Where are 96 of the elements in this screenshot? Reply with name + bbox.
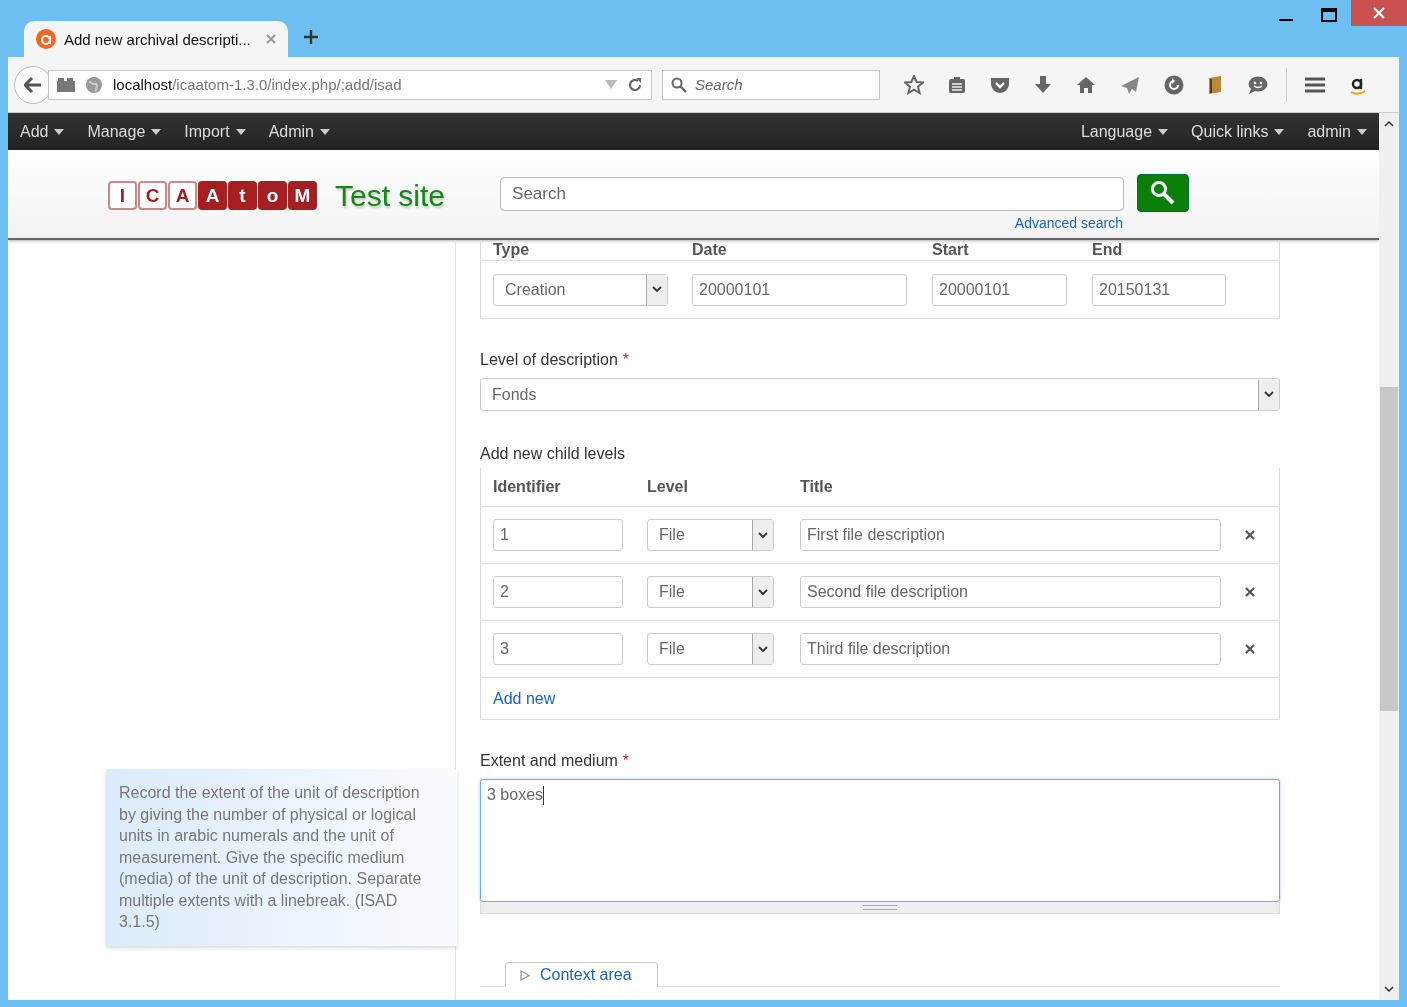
title-field[interactable]: Second file description: [800, 576, 1221, 608]
logo-letter: A: [198, 181, 227, 210]
caret-icon: [151, 128, 162, 135]
star-icon[interactable]: [904, 74, 924, 95]
search-field[interactable]: Search: [500, 177, 1125, 211]
start-field[interactable]: 20000101: [932, 273, 1067, 306]
browser-tab[interactable]: Add new archival descripti...: [24, 21, 288, 57]
help-tooltip: Record the extent of the unit of description by giving the number of physical or logical units in arabic numerals and the unit of measurement. Give the specific medium (media) of the unit of description. Separate multiple extents with a linebreak. (ISAD 3.1.5): [106, 769, 457, 946]
end-field[interactable]: 20150131: [1092, 273, 1226, 306]
triangle-icon: [520, 969, 530, 981]
column-header: Identifier: [493, 478, 562, 496]
title-field[interactable]: First file description: [800, 519, 1221, 551]
context-area-toggle[interactable]: Context area: [505, 962, 658, 987]
pocket-icon[interactable]: [990, 75, 1010, 94]
field-label: Extent and medium: [480, 752, 618, 769]
logo-letter: o: [258, 181, 287, 210]
site-name[interactable]: Test site: [335, 179, 446, 213]
type-select[interactable]: Creation: [493, 273, 668, 306]
caret-icon: [1158, 128, 1169, 135]
caret-icon: [1274, 128, 1285, 135]
column-header: End: [1092, 241, 1124, 259]
download-icon[interactable]: [1034, 75, 1052, 94]
required-mark: *: [622, 351, 630, 368]
column-header: Title: [800, 478, 834, 496]
close-tab-icon[interactable]: [266, 34, 276, 44]
caret-icon: [235, 128, 246, 135]
search-icon: [1150, 180, 1177, 206]
menu-icon[interactable]: [1305, 76, 1325, 93]
date-field[interactable]: 20000101: [692, 273, 907, 306]
logo-letter: I: [108, 181, 137, 210]
paper-plane-icon[interactable]: [1120, 75, 1140, 94]
dropdown-icon: [1258, 379, 1279, 410]
scroll-down-icon[interactable]: [1384, 986, 1394, 992]
identifier-field[interactable]: 1: [493, 519, 623, 551]
column-header: Level: [647, 478, 689, 496]
logo-letter: M: [288, 181, 317, 210]
nav-menu[interactable]: Manage: [87, 122, 162, 141]
logo-letter: C: [138, 181, 167, 210]
book-icon[interactable]: [1208, 74, 1224, 95]
dropdown-icon: [646, 274, 667, 305]
caret-icon: [54, 128, 65, 135]
logo-letter: A: [168, 181, 197, 210]
delete-icon[interactable]: [1245, 644, 1255, 654]
clipboard-icon[interactable]: [948, 75, 966, 94]
caret-icon: [1357, 128, 1367, 135]
history-icon[interactable]: [1164, 74, 1184, 95]
title-field[interactable]: Third file description: [800, 633, 1221, 665]
identifier-field[interactable]: 2: [493, 576, 623, 608]
chat-icon[interactable]: [1248, 75, 1268, 94]
search-placeholder: Search: [695, 76, 743, 93]
site-logo-icon: [36, 29, 56, 49]
scroll-up-icon[interactable]: [1384, 121, 1394, 127]
delete-icon[interactable]: [1245, 587, 1255, 597]
advanced-search-link[interactable]: Advanced search: [1014, 215, 1124, 231]
nav-menu[interactable]: Quick links: [1191, 122, 1285, 141]
logo-letter: t: [228, 181, 257, 210]
field-label: Level of description: [480, 351, 618, 368]
new-tab-icon[interactable]: [304, 30, 318, 44]
add-new-link[interactable]: Add new: [493, 689, 556, 708]
browser-search-field[interactable]: Search: [662, 69, 880, 100]
delete-icon[interactable]: [1245, 530, 1255, 540]
nav-menu[interactable]: Add: [20, 122, 65, 141]
globe-icon: [85, 75, 103, 94]
level-select[interactable]: File: [647, 576, 774, 608]
level-select[interactable]: File: [647, 633, 774, 665]
close-button[interactable]: [1351, 0, 1407, 26]
level-select[interactable]: Fonds: [480, 378, 1280, 411]
close-icon: [1373, 7, 1385, 19]
nav-menu[interactable]: Import: [184, 122, 246, 141]
search-icon: [671, 76, 687, 93]
reload-icon[interactable]: [627, 76, 643, 93]
column-header: Type: [493, 241, 531, 259]
identifier-field[interactable]: 3: [493, 633, 623, 665]
nav-menu[interactable]: admin: [1307, 122, 1367, 141]
resize-handle[interactable]: [480, 902, 1280, 914]
maximize-icon[interactable]: [1321, 8, 1337, 22]
column-header: Start: [932, 241, 970, 259]
dropdown-icon: [752, 577, 773, 607]
caret-icon: [320, 128, 330, 135]
nav-menu[interactable]: Admin: [268, 122, 330, 141]
nav-menu[interactable]: Language: [1080, 122, 1169, 141]
required-mark: *: [622, 752, 630, 769]
dropdown-icon: [752, 520, 773, 550]
search-button[interactable]: [1137, 174, 1190, 212]
column-header: Date: [692, 241, 728, 259]
scrollbar[interactable]: [1379, 113, 1399, 1000]
extent-textarea[interactable]: 3 boxes: [480, 779, 1280, 902]
tabs-icon[interactable]: [57, 77, 75, 92]
tab-title: Add new archival descripti...: [64, 30, 252, 48]
url-text: localhost/icaatom-1.3.0/index.php/;add/isad: [113, 76, 403, 93]
dropdown-icon: [752, 634, 773, 664]
address-bar[interactable]: localhost/icaatom-1.3.0/index.php/;add/isad: [48, 69, 652, 100]
home-icon[interactable]: [1076, 75, 1096, 94]
arrow-left-icon: [24, 76, 42, 93]
field-label: Add new child levels: [480, 445, 626, 463]
level-select[interactable]: File: [647, 519, 774, 551]
